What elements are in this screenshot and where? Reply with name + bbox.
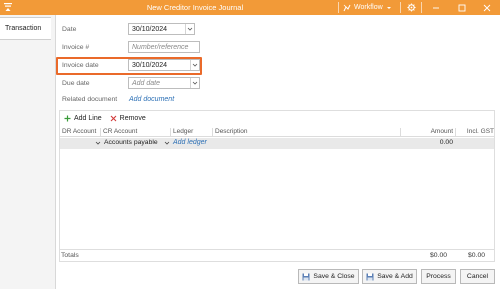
add-line-label: Add Line: [74, 115, 102, 122]
lines-grid: Add Line Remove DR Account CR Account Le…: [59, 110, 495, 262]
workflow-menu[interactable]: Workflow: [343, 2, 392, 13]
date-value: 30/10/2024: [132, 25, 168, 33]
maximize-icon: [458, 4, 466, 11]
column-header-ledger[interactable]: Ledger: [171, 128, 213, 137]
totals-incl-gst: $0.00: [468, 252, 486, 259]
gear-icon: [406, 3, 416, 12]
close-button[interactable]: [479, 1, 495, 14]
process-label: Process: [426, 273, 451, 280]
x-icon: [110, 115, 117, 122]
invoice-date-dropdown-button[interactable]: [190, 60, 199, 70]
totals-amount: $0.00: [430, 252, 448, 259]
invoice-date-value: 30/10/2024: [132, 61, 168, 69]
due-date-label: Due date: [62, 80, 90, 87]
process-button[interactable]: Process: [421, 269, 456, 284]
cr-account-cell[interactable]: Accounts payable: [95, 139, 158, 146]
cancel-button[interactable]: Cancel: [460, 269, 495, 284]
tab-strip: Transaction: [0, 15, 56, 289]
column-header-incl-gst[interactable]: Incl. GST: [456, 128, 496, 137]
save-close-label: Save & Close: [313, 273, 355, 280]
plus-icon: [64, 115, 71, 122]
remove-button[interactable]: Remove: [110, 115, 146, 122]
add-ledger-link[interactable]: Add ledger: [173, 139, 207, 146]
due-date-placeholder: Add date: [132, 79, 161, 87]
related-document-label: Related document: [62, 96, 118, 103]
title-separator: [338, 2, 339, 13]
due-date-dropdown-button[interactable]: [190, 78, 199, 88]
date-label: Date: [62, 26, 77, 33]
settings-button[interactable]: [403, 1, 419, 14]
add-line-button[interactable]: Add Line: [64, 115, 102, 122]
table-row[interactable]: Accounts payable Add ledger 0.00: [60, 138, 494, 149]
minimize-button[interactable]: [428, 1, 444, 14]
save-close-button[interactable]: Save & Close: [298, 269, 359, 284]
maximize-button[interactable]: [454, 1, 470, 14]
remove-label: Remove: [119, 115, 146, 122]
invoice-date-label: Invoice date: [62, 62, 99, 69]
save-add-label: Save & Add: [377, 273, 413, 280]
title-separator: [400, 2, 401, 13]
chevron-down-icon: [386, 6, 391, 9]
invoice-date-field[interactable]: 30/10/2024: [128, 59, 200, 71]
chevron-down-icon: [192, 63, 198, 67]
tab-transaction[interactable]: Transaction: [0, 17, 51, 40]
window-title: New Creditor Invoice Journal: [146, 3, 244, 12]
close-icon: [483, 4, 491, 11]
date-dropdown-button[interactable]: [185, 24, 194, 34]
totals-label: Totals: [61, 252, 79, 259]
invoice-number-field[interactable]: Number/reference: [128, 41, 200, 53]
grid-headers: DR Account CR Account Ledger Description…: [60, 127, 494, 137]
column-header-description[interactable]: Description: [213, 128, 401, 137]
chevron-down-icon: [187, 27, 193, 31]
grid-toolbar: Add Line Remove: [60, 111, 494, 126]
footer: Save & Close Save & Add Process Cancel: [0, 268, 500, 289]
title-separator: [421, 2, 422, 13]
invoice-number-placeholder: Number/reference: [132, 43, 189, 51]
column-header-dr-account[interactable]: DR Account: [60, 128, 101, 137]
minimize-icon: [433, 7, 439, 8]
due-date-field[interactable]: Add date: [128, 77, 200, 89]
chevron-down-icon: [192, 81, 198, 85]
amount-cell[interactable]: 0.00: [415, 139, 453, 146]
ledger-cell[interactable]: Add ledger: [164, 139, 207, 146]
totals-row: Totals $0.00 $0.00: [59, 249, 495, 262]
invoice-number-label: Invoice #: [62, 44, 90, 51]
workflow-label: Workflow: [354, 4, 383, 11]
chevron-down-icon: [164, 141, 170, 145]
column-header-amount[interactable]: Amount: [401, 128, 456, 137]
add-document-link[interactable]: Add document: [129, 96, 174, 103]
column-header-cr-account[interactable]: CR Account: [101, 128, 171, 137]
save-add-button[interactable]: Save & Add: [362, 269, 417, 284]
title-bar: New Creditor Invoice Journal Workflow: [0, 0, 500, 15]
cancel-label: Cancel: [466, 273, 489, 280]
date-field[interactable]: 30/10/2024: [128, 23, 195, 35]
save-icon: [366, 273, 374, 280]
workflow-icon: [343, 4, 351, 11]
cr-account-value: Accounts payable: [104, 139, 158, 146]
save-icon: [302, 273, 310, 280]
chevron-down-icon: [95, 141, 101, 145]
